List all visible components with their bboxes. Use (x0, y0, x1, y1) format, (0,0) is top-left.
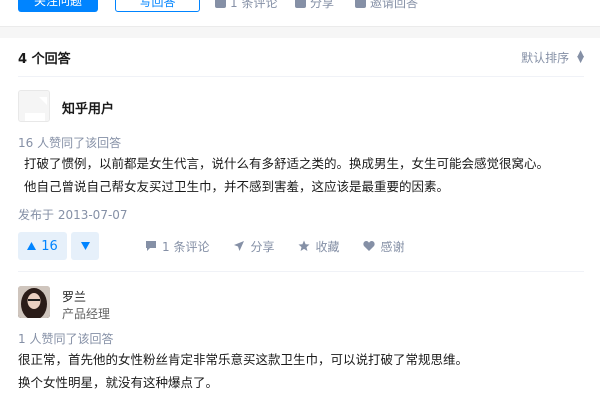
user-photo-icon (18, 286, 50, 318)
thanks-label: 感谢 (380, 239, 405, 254)
comment-label: 1 条评论 (162, 239, 210, 254)
star-icon (298, 240, 310, 251)
question-comment-label: 1 条评论 (230, 0, 278, 10)
sort-dropdown[interactable]: 默认排序 ▲ ▼ (521, 49, 584, 66)
voters-count[interactable]: 16 人赞同了该回答 (18, 134, 121, 151)
publish-date[interactable]: 发布于 2013-07-07 (18, 206, 128, 223)
answer-actions: 16 1 条评论 分享 收藏 感谢 (18, 232, 405, 260)
sort-arrows-icon: ▲ ▼ (577, 49, 584, 65)
answer-content: 很正常，首先他的女性粉丝肯定非常乐意买这款卫生巾，可以说打破了常规思维。 换个女… (18, 348, 584, 394)
share-button[interactable]: 分享 (233, 238, 274, 255)
share-icon (234, 241, 245, 251)
answer-paragraph: 打破了惯例，以前都是女生代言，说什么有多舒适之类的。换成男生，女生可能会感觉很窝… (24, 156, 550, 171)
answers-header: 4 个回答 默认排序 ▲ ▼ (18, 38, 584, 77)
comment-button[interactable]: 1 条评论 (145, 238, 209, 255)
favorite-label: 收藏 (315, 239, 340, 254)
comment-icon (215, 0, 226, 8)
author-headline: 产品经理 (62, 307, 111, 321)
answers-count: 4 个回答 (18, 51, 71, 67)
author-name[interactable]: 知乎用户 (62, 98, 114, 117)
thanks-button[interactable]: 感谢 (363, 238, 405, 255)
question-share-label: 分享 (310, 0, 335, 10)
upvote-icon (27, 242, 37, 250)
question-action-bar: 关注问题 写回答 1 条评论 分享 邀请回答 (0, 0, 600, 27)
upvote-count: 16 (41, 238, 58, 254)
answer-paragraph: 很正常，首先他的女性粉丝肯定非常乐意买这款卫生巾，可以说打破了常规思维。 (18, 352, 469, 367)
sort-label: 默认排序 (521, 50, 570, 65)
voters-count[interactable]: 1 人赞同了该回答 (18, 330, 113, 347)
answers-card: 4 个回答 默认排序 ▲ ▼ 知乎用户 16 人赞同了该回答 打破了惯例，以前都是… (0, 38, 600, 400)
avatar[interactable] (18, 286, 50, 318)
favorite-button[interactable]: 收藏 (298, 238, 339, 255)
write-answer-button[interactable]: 写回答 (115, 0, 200, 12)
answer-paragraph: 他自己曾说自己帮女友买过卫生巾，并不感到害羞，这应该是最重要的因素。 (24, 179, 450, 194)
question-share-button[interactable]: 分享 (295, 0, 334, 11)
question-comment-button[interactable]: 1 条评论 (215, 0, 277, 11)
share-icon (295, 0, 306, 8)
answer-content: 打破了惯例，以前都是女生代言，说什么有多舒适之类的。换成男生，女生可能会感觉很窝… (24, 152, 580, 198)
invite-icon (355, 0, 366, 8)
comment-icon (146, 241, 156, 251)
downvote-button[interactable] (71, 232, 99, 260)
avatar[interactable] (18, 90, 50, 122)
share-label: 分享 (250, 239, 275, 254)
invite-answer-label: 邀请回答 (370, 0, 419, 10)
upvote-button[interactable]: 16 (18, 232, 67, 260)
heart-icon (363, 241, 376, 251)
answer-divider (18, 271, 584, 272)
anonymous-avatar-icon (19, 91, 49, 121)
follow-question-button[interactable]: 关注问题 (18, 0, 98, 12)
invite-answer-button[interactable]: 邀请回答 (355, 0, 418, 11)
answer-paragraph: 换个女性明星，就没有这种爆点了。 (18, 375, 219, 390)
author-name[interactable]: 罗兰 (62, 288, 86, 305)
downvote-icon (80, 242, 90, 250)
